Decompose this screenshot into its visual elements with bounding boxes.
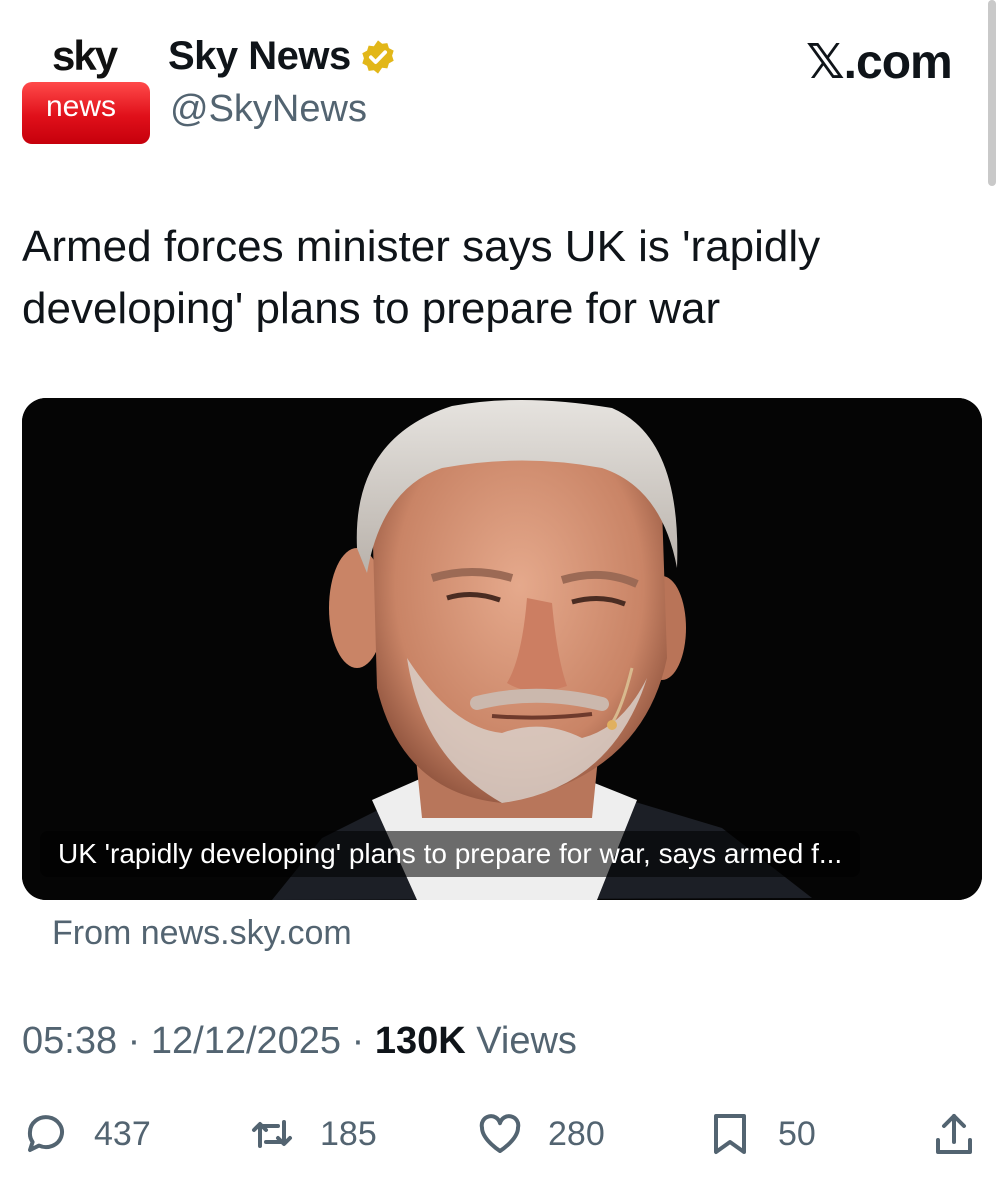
sky-news-avatar[interactable]: sky news: [22, 26, 150, 144]
reply-button[interactable]: 437: [22, 1106, 151, 1162]
logo-sky-text: sky: [52, 32, 118, 79]
reply-count: 437: [94, 1114, 151, 1153]
meta-separator: ·: [127, 1020, 141, 1062]
like-count: 280: [548, 1114, 605, 1153]
card-source[interactable]: From news.sky.com: [52, 914, 352, 953]
repost-icon: [252, 1120, 292, 1148]
logo-news-text: news: [46, 90, 117, 123]
action-bar: 437 185 280 50: [22, 1106, 982, 1162]
share-icon: [936, 1114, 972, 1154]
article-photo: [22, 398, 982, 900]
bookmark-icon: [714, 1114, 746, 1154]
repost-button[interactable]: 185: [248, 1106, 377, 1162]
handle[interactable]: @SkyNews: [170, 88, 367, 131]
heart-icon: [479, 1114, 521, 1153]
views-label: Views: [476, 1020, 577, 1062]
display-name[interactable]: Sky News: [168, 34, 397, 79]
tweet-time[interactable]: 05:38: [22, 1020, 117, 1062]
tweet-date[interactable]: 12/12/2025: [151, 1020, 341, 1062]
like-button[interactable]: 280: [476, 1106, 605, 1162]
reply-icon: [27, 1115, 64, 1152]
views-count: 130K: [374, 1020, 466, 1062]
share-button[interactable]: [930, 1106, 1002, 1162]
logo-red-block: news: [22, 82, 150, 144]
link-card-media[interactable]: UK 'rapidly developing' plans to prepare…: [22, 398, 982, 900]
repost-count: 185: [320, 1114, 377, 1153]
scrollbar[interactable]: [988, 0, 996, 186]
display-name-text: Sky News: [168, 34, 351, 78]
bookmark-count: 50: [778, 1114, 816, 1153]
verified-badge-icon: [362, 39, 394, 74]
meta-separator: ·: [351, 1020, 365, 1062]
bookmark-button[interactable]: 50: [706, 1106, 816, 1162]
site-label: 𝕏.com: [806, 36, 953, 89]
tweet-meta: 05:38 · 12/12/2025 · 130K Views: [22, 1020, 577, 1063]
card-caption: UK 'rapidly developing' plans to prepare…: [40, 831, 861, 877]
tweet-text: Armed forces minister says UK is 'rapidl…: [22, 222, 821, 333]
